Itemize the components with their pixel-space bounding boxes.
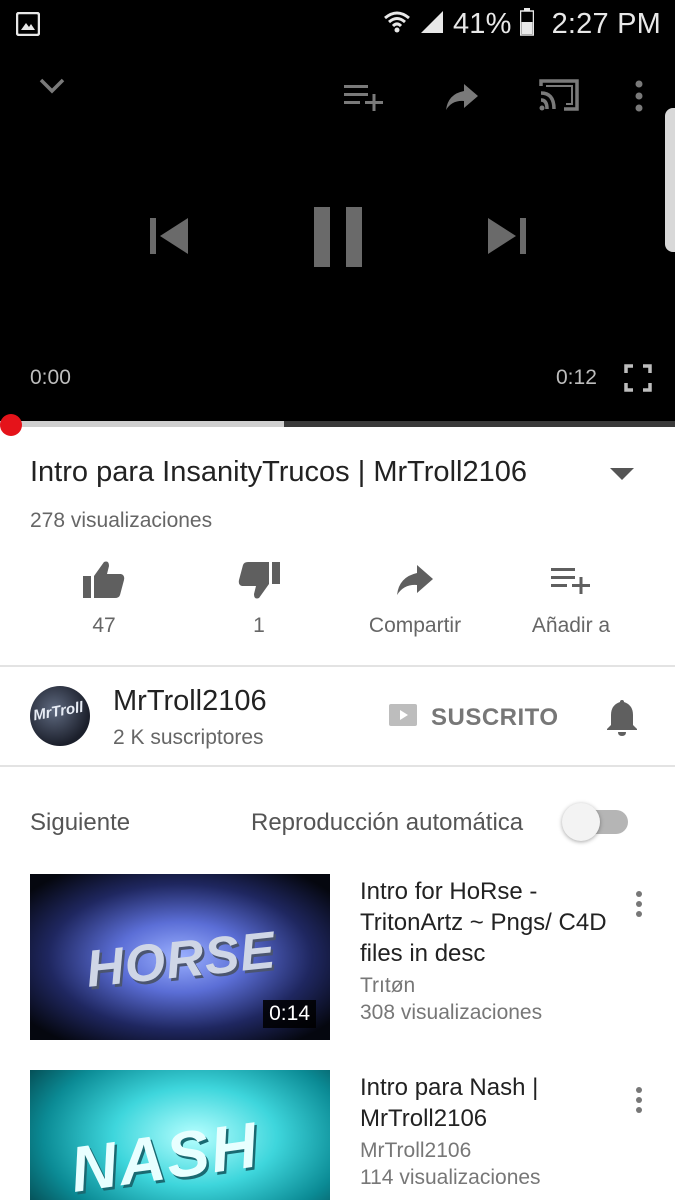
video-player[interactable]: 41% 2:27 PM 0:00 0:12 — [0, 0, 675, 424]
more-vert-icon[interactable] — [634, 890, 644, 923]
video-item-title[interactable]: Intro para Nash | MrTroll2106 — [360, 1072, 610, 1134]
autoplay-toggle-knob[interactable] — [562, 803, 600, 841]
channel-avatar[interactable]: MrTroll — [30, 686, 90, 746]
clock: 2:27 PM — [551, 7, 661, 40]
channel-name[interactable]: MrTroll2106 — [113, 685, 267, 718]
like-count: 47 — [92, 614, 116, 637]
view-count: 278 visualizaciones — [30, 509, 213, 532]
battery-percent: 41% — [452, 7, 512, 40]
thumbnail-text: NASH — [65, 1108, 264, 1200]
video-item-views: 308 visualizaciones — [360, 1001, 543, 1024]
current-time: 0:00 — [30, 366, 71, 389]
fullscreen-icon[interactable] — [624, 364, 652, 392]
progress-scrubber[interactable] — [0, 414, 22, 436]
divider — [0, 765, 675, 767]
subscriber-count: 2 K suscriptores — [113, 726, 264, 749]
video-item-title[interactable]: Intro for HoRse - TritonArtz ~ Pngs/ C4D… — [360, 876, 610, 969]
list-item[interactable]: NASH Intro para Nash | MrTroll2106 MrTro… — [0, 1070, 675, 1200]
add-to-playlist-icon — [496, 558, 646, 602]
battery-icon — [519, 7, 534, 41]
video-thumbnail[interactable]: NASH — [30, 1070, 330, 1200]
chevron-down-icon[interactable] — [38, 76, 66, 96]
add-to-queue-icon[interactable] — [344, 82, 384, 112]
video-item-channel: MrTroll2106 — [360, 1139, 472, 1162]
add-to-label: Añadir a — [531, 614, 611, 637]
progress-buffered — [0, 421, 284, 427]
more-vert-icon[interactable] — [634, 80, 644, 112]
video-item-views: 114 visualizaciones — [360, 1166, 541, 1189]
avatar-logo-text: MrTroll — [31, 698, 85, 725]
wifi-icon — [383, 8, 411, 41]
gallery-icon — [15, 11, 41, 37]
list-item[interactable]: HORSE 0:14 Intro for HoRse - TritonArtz … — [0, 874, 675, 1044]
signal-icon — [419, 9, 445, 40]
previous-icon[interactable] — [148, 216, 190, 256]
subscriptions-icon[interactable] — [389, 704, 417, 731]
expand-description-icon[interactable] — [608, 466, 636, 487]
up-next-label: Siguiente — [30, 809, 131, 836]
share-icon — [340, 558, 490, 602]
divider — [0, 665, 675, 667]
dislike-button[interactable]: 1 — [184, 558, 334, 638]
share-button[interactable]: Compartir — [340, 558, 490, 638]
video-item-channel: Trıtøn — [360, 974, 416, 997]
edge-panel-handle[interactable] — [665, 108, 675, 252]
video-thumbnail[interactable]: HORSE 0:14 — [30, 874, 330, 1040]
next-icon[interactable] — [486, 216, 528, 256]
cast-icon[interactable] — [538, 78, 580, 112]
subscribed-button[interactable]: SUSCRITO — [431, 704, 559, 732]
dislike-count: 1 — [253, 614, 265, 637]
like-button[interactable]: 47 — [29, 558, 179, 638]
more-vert-icon[interactable] — [634, 1086, 644, 1119]
duration: 0:12 — [556, 366, 597, 389]
thumbs-down-icon — [184, 558, 334, 602]
thumbnail-text: HORSE — [83, 921, 279, 999]
thumbs-up-icon — [29, 558, 179, 602]
video-actions: 47 1 Compartir Añadir a — [0, 558, 675, 648]
add-to-button[interactable]: Añadir a — [496, 558, 646, 638]
status-bar: 41% 2:27 PM — [0, 0, 675, 50]
pause-icon[interactable] — [313, 206, 363, 268]
video-title: Intro para InsanityTrucos | MrTroll2106 — [30, 456, 527, 488]
share-label: Compartir — [368, 614, 462, 637]
share-icon[interactable] — [444, 82, 480, 112]
duration-badge: 0:14 — [263, 1000, 316, 1028]
notification-bell-icon[interactable] — [604, 697, 640, 742]
autoplay-label: Reproducción automática — [251, 809, 524, 836]
